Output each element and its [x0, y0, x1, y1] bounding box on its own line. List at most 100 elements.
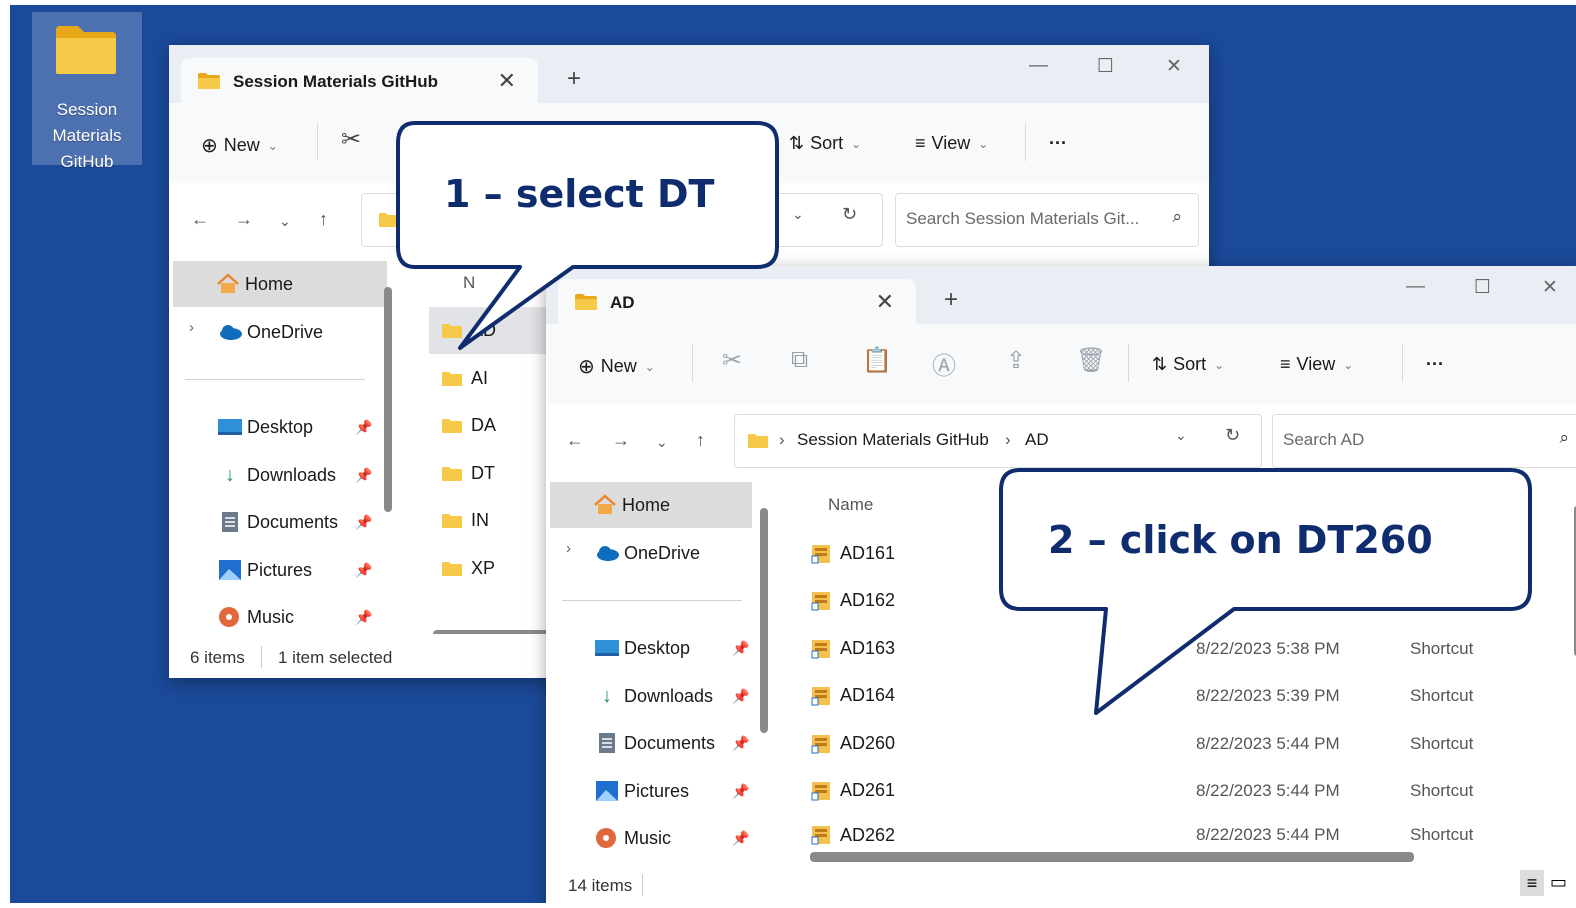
- recent-chevron-icon[interactable]: ⌄: [656, 434, 668, 451]
- separator: [1025, 123, 1026, 161]
- sidebar-item-downloads[interactable]: ↓ Downloads 📌: [169, 452, 383, 498]
- view-icon: ≡: [1280, 354, 1291, 374]
- delete-icon[interactable]: 🗑: [1076, 346, 1106, 375]
- sidebar-item-pictures[interactable]: Pictures 📌: [546, 768, 760, 814]
- close-window-button[interactable]: ✕: [1166, 55, 1182, 78]
- sidebar-label: Documents: [247, 511, 339, 532]
- tab-title: Session Materials GitHub: [233, 72, 438, 91]
- pin-icon[interactable]: 📌: [355, 562, 372, 579]
- sidebar-label: Pictures: [624, 780, 690, 801]
- new-tab-button[interactable]: +: [944, 286, 958, 314]
- table-row[interactable]: AD261 8/22/2023 5:44 PM Shortcut: [810, 767, 1550, 814]
- new-label: New: [223, 135, 260, 155]
- details-view-icon[interactable]: ≡: [1520, 870, 1544, 896]
- file-name: AD262: [840, 825, 896, 845]
- search-input[interactable]: Search AD ⌕: [1272, 414, 1576, 468]
- refresh-icon[interactable]: ↻: [1225, 425, 1240, 446]
- sidebar-scrollbar[interactable]: [760, 508, 768, 733]
- sidebar-item-documents[interactable]: Documents 📌: [546, 720, 760, 766]
- pin-icon[interactable]: 📌: [355, 419, 372, 436]
- pin-icon[interactable]: 📌: [355, 609, 372, 626]
- selection-count: 1 item selected: [278, 648, 393, 667]
- more-icon: ···: [1049, 133, 1067, 153]
- more-options-button[interactable]: ···: [1426, 354, 1444, 375]
- recent-chevron-icon[interactable]: ⌄: [279, 213, 291, 230]
- pin-icon[interactable]: 📌: [355, 514, 372, 531]
- desktop-icon-label: Session Materials GitHub: [52, 100, 122, 171]
- sidebar-item-desktop[interactable]: Desktop 📌: [169, 404, 383, 450]
- callout-1: [396, 121, 779, 350]
- chevron-down-icon: ⌄: [851, 136, 862, 151]
- minimize-button[interactable]: —: [1406, 276, 1425, 298]
- close-tab-icon[interactable]: ✕: [876, 289, 894, 315]
- sidebar-item-music[interactable]: Music 📌: [546, 815, 760, 861]
- folder-icon: [442, 371, 462, 386]
- sidebar-label: Music: [624, 827, 672, 848]
- file-date: 8/22/2023 5:44 PM: [1196, 825, 1340, 844]
- rename-icon[interactable]: Ⓐ: [932, 346, 956, 381]
- sidebar-scrollbar[interactable]: [384, 287, 392, 512]
- breadcrumb-ad[interactable]: AD: [1025, 430, 1049, 450]
- new-button[interactable]: ⊕ New ⌄: [201, 133, 278, 158]
- chevron-down-icon: ⌄: [978, 136, 989, 151]
- sidebar-item-desktop[interactable]: Desktop 📌: [546, 625, 760, 671]
- sidebar-label: Documents: [624, 732, 716, 753]
- close-tab-icon[interactable]: ✕: [498, 68, 516, 94]
- address-dropdown-icon[interactable]: ⌄: [1175, 427, 1187, 444]
- minimize-button[interactable]: —: [1029, 55, 1048, 77]
- cut-icon[interactable]: ✂: [341, 125, 361, 154]
- sidebar-item-downloads[interactable]: ↓ Downloads 📌: [546, 673, 760, 719]
- shortcut-icon: [811, 734, 830, 753]
- sidebar-label: Downloads: [247, 464, 337, 485]
- pin-icon[interactable]: 📌: [732, 783, 749, 800]
- tab-session-materials[interactable]: Session Materials GitHub ✕: [181, 58, 538, 103]
- pin-icon[interactable]: 📌: [732, 640, 749, 657]
- pin-icon[interactable]: 📌: [355, 467, 372, 484]
- more-options-button[interactable]: ···: [1049, 133, 1067, 154]
- sidebar-item-onedrive[interactable]: OneDrive: [546, 530, 760, 576]
- file-type: Shortcut: [1410, 733, 1474, 753]
- sidebar-label: Home: [622, 494, 671, 515]
- sidebar-item-home[interactable]: Home: [173, 261, 387, 307]
- column-header-name[interactable]: Name: [828, 495, 873, 515]
- tiles-view-icon[interactable]: ▭: [1550, 872, 1567, 893]
- search-icon: ⌕: [1559, 428, 1569, 447]
- sort-button[interactable]: ⇅ Sort ⌄: [1152, 354, 1224, 375]
- desktop-icon-session-materials[interactable]: Session Materials GitHub: [32, 12, 142, 171]
- back-arrow-icon[interactable]: ←: [566, 430, 584, 451]
- back-arrow-icon[interactable]: ←: [191, 209, 209, 230]
- refresh-icon[interactable]: ↻: [842, 204, 857, 225]
- pin-icon[interactable]: 📌: [732, 735, 749, 752]
- pin-icon[interactable]: 📌: [732, 830, 749, 847]
- sidebar-item-onedrive[interactable]: OneDrive: [169, 309, 383, 355]
- sidebar-item-home[interactable]: Home: [550, 482, 752, 528]
- up-arrow-icon[interactable]: ↑: [696, 430, 705, 451]
- table-row[interactable]: AD260 8/22/2023 5:44 PM Shortcut: [810, 720, 1550, 767]
- sort-button[interactable]: ⇅ Sort ⌄: [789, 133, 861, 154]
- share-icon[interactable]: ⇪: [1006, 346, 1026, 375]
- folder-icon: [748, 434, 768, 448]
- horizontal-scrollbar[interactable]: [810, 852, 1414, 862]
- pin-icon[interactable]: 📌: [732, 688, 749, 705]
- chevron-down-icon: ⌄: [1343, 357, 1354, 372]
- file-name: AD161: [840, 543, 896, 563]
- shortcut-icon: [811, 781, 830, 800]
- sidebar-item-pictures[interactable]: Pictures 📌: [169, 547, 383, 593]
- paste-icon[interactable]: 📋: [862, 346, 892, 375]
- file-date: 8/22/2023 5:44 PM: [1196, 780, 1340, 800]
- breadcrumb-session-materials[interactable]: Session Materials GitHub: [797, 430, 989, 450]
- search-input[interactable]: Search Session Materials Git... ⌕: [895, 193, 1199, 247]
- forward-arrow-icon[interactable]: →: [612, 430, 630, 451]
- new-tab-button[interactable]: +: [567, 65, 581, 93]
- forward-arrow-icon[interactable]: →: [235, 209, 253, 230]
- view-button[interactable]: ≡ View ⌄: [915, 133, 988, 154]
- sidebar-item-documents[interactable]: Documents 📌: [169, 499, 383, 545]
- maximize-button[interactable]: ☐: [1474, 276, 1491, 299]
- table-row[interactable]: AD262 8/22/2023 5:44 PM Shortcut: [810, 815, 1550, 855]
- maximize-button[interactable]: ☐: [1097, 55, 1114, 78]
- address-bar[interactable]: › Session Materials GitHub › AD ⌄ ↻: [734, 414, 1262, 468]
- close-window-button[interactable]: ✕: [1542, 276, 1558, 299]
- sidebar-label: OneDrive: [624, 542, 701, 563]
- up-arrow-icon[interactable]: ↑: [319, 209, 328, 230]
- view-button[interactable]: ≡ View ⌄: [1280, 354, 1353, 375]
